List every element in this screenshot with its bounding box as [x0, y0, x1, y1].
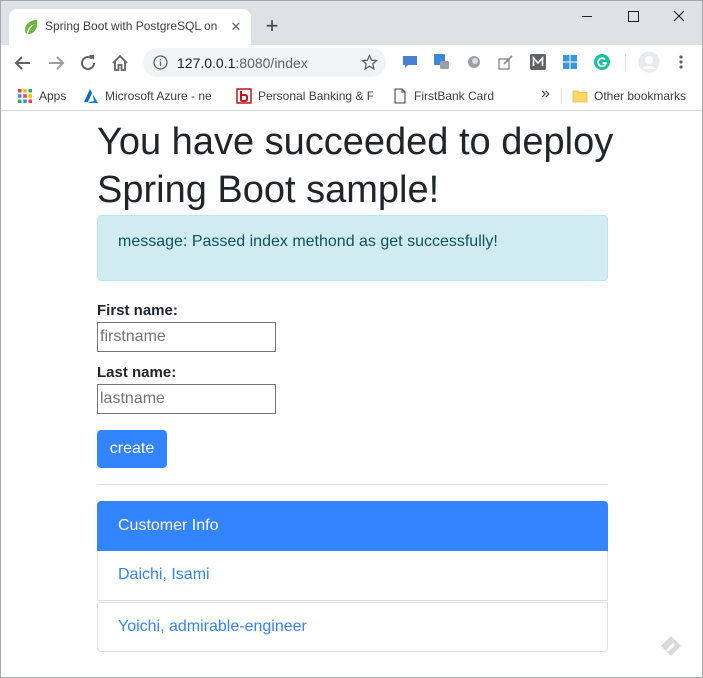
info-alert: message: Passed index methond as get suc… — [97, 215, 608, 281]
apps-grid-icon — [18, 89, 32, 103]
create-button[interactable]: create — [97, 430, 167, 468]
feedback-pencil-icon[interactable] — [659, 634, 683, 658]
circle-extension-icon[interactable] — [466, 54, 482, 70]
close-window-button[interactable] — [656, 1, 702, 31]
back-arrow-icon — [14, 56, 30, 70]
more-bookmarks-label: » — [541, 85, 550, 102]
bank-icon — [236, 88, 252, 104]
customer-item[interactable]: Yoichi, admirable-engineer — [97, 602, 608, 652]
customer-list: Customer Info Daichi, Isami Yoichi, admi… — [97, 501, 608, 652]
bookmark-label: Personal Banking & F — [258, 89, 373, 103]
close-tab-icon[interactable]: ✕ — [227, 18, 245, 36]
divider — [97, 484, 608, 485]
page-content: You have succeeded to deploy Spring Boot… — [1, 112, 702, 677]
windows-extension-icon[interactable] — [562, 54, 578, 70]
m-extension-icon[interactable] — [530, 54, 546, 70]
azure-icon — [84, 89, 98, 103]
bookmark-label: Other bookmarks — [594, 89, 687, 103]
alert-message: message: Passed index methond as get suc… — [118, 233, 498, 250]
browser-toolbar: 127.0.0.1:8080/index — [1, 45, 702, 81]
spring-leaf-icon — [25, 20, 38, 34]
first-name-label: First name: — [97, 302, 178, 319]
customer-list-header: Customer Info — [97, 501, 608, 551]
back-button[interactable] — [9, 49, 37, 77]
browser-window: Spring Boot with PostgreSQL on ✕ + 127.0… — [0, 0, 703, 678]
reload-button[interactable] — [74, 49, 102, 77]
browser-tab[interactable]: Spring Boot with PostgreSQL on ✕ — [9, 9, 251, 45]
last-name-label: Last name: — [97, 364, 177, 381]
bookmark-personal-banking[interactable]: Personal Banking & F — [236, 87, 373, 105]
bookmark-firstbank-card[interactable]: FirstBank Card — [392, 87, 494, 105]
forward-button[interactable] — [42, 49, 70, 77]
tab-title: Spring Boot with PostgreSQL on — [45, 19, 218, 33]
reload-icon — [81, 55, 95, 70]
new-tab-icon[interactable]: + — [261, 15, 283, 37]
url-text: 127.0.0.1:8080/index — [177, 55, 308, 71]
bookmark-label: FirstBank Card — [414, 89, 495, 103]
first-name-input[interactable] — [97, 322, 276, 352]
home-icon — [112, 54, 128, 71]
last-name-input[interactable] — [97, 384, 276, 414]
address-bar[interactable]: 127.0.0.1:8080/index — [143, 48, 386, 77]
forward-arrow-icon — [49, 56, 65, 70]
maximize-button[interactable] — [610, 1, 656, 31]
title-bar: Spring Boot with PostgreSQL on ✕ + — [1, 1, 702, 45]
bookmark-azure[interactable]: Microsoft Azure - ne — [83, 87, 219, 105]
page-heading: You have succeeded to deploy Spring Boot… — [97, 121, 614, 211]
toolbar-divider — [625, 54, 626, 72]
chat-extension-icon[interactable] — [402, 54, 418, 70]
folder-icon — [572, 90, 588, 103]
grammarly-extension-icon[interactable] — [594, 54, 610, 70]
minimize-button[interactable] — [564, 1, 610, 31]
bookmark-apps[interactable]: Apps — [17, 87, 66, 105]
url-path: :8080/index — [235, 55, 308, 71]
bookmarks-divider — [561, 88, 562, 104]
url-host: 127.0.0.1 — [177, 55, 236, 71]
edit-extension-icon[interactable] — [498, 54, 514, 70]
profile-avatar-icon[interactable] — [638, 51, 660, 73]
translate-extension-icon[interactable] — [434, 54, 450, 70]
more-bookmarks-chevron-icon[interactable]: » — [541, 85, 550, 103]
menu-dots-icon[interactable] — [673, 54, 689, 70]
customer-item[interactable]: Daichi, Isami — [97, 551, 608, 601]
bookmark-star-icon[interactable] — [361, 54, 378, 71]
bookmark-label: Microsoft Azure - ne — [105, 89, 212, 103]
bookmarks-bar: Apps Microsoft Azure - ne Personal Banki… — [1, 81, 702, 111]
home-button[interactable] — [106, 49, 134, 77]
page-icon — [394, 88, 406, 104]
info-icon[interactable] — [153, 55, 168, 70]
bookmark-label: Apps — [39, 89, 67, 103]
bookmark-other-bookmarks[interactable]: Other bookmarks — [572, 87, 686, 105]
